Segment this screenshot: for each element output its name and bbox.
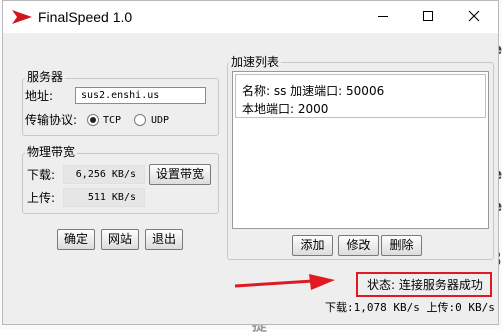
add-button[interactable]: 添加 xyxy=(292,235,333,256)
download-label: 下载: xyxy=(27,168,56,182)
upload-bandwidth-value: 511 KB/s xyxy=(63,188,145,207)
tcp-radio-label[interactable]: TCP xyxy=(103,114,121,128)
status-text: 状态: 连接服务器成功 xyxy=(367,278,483,292)
accel-list[interactable]: 名称: ss 加速端口: 50006 本地端口: 2000 xyxy=(232,71,489,229)
download-bandwidth-value: 6,256 KB/s xyxy=(63,165,145,184)
close-button[interactable] xyxy=(451,1,496,33)
app-window: FinalSpeed 1.0 服务器 地址: sus2.enshi.us 传输协… xyxy=(2,0,499,325)
tcp-radio[interactable] xyxy=(87,114,99,126)
address-label: 地址: xyxy=(25,89,54,103)
list-item[interactable]: 名称: ss 加速端口: 50006 本地端口: 2000 xyxy=(235,74,486,118)
modify-button[interactable]: 修改 xyxy=(338,235,379,256)
server-legend: 服务器 xyxy=(25,70,66,84)
accel-list-legend: 加速列表 xyxy=(229,55,282,69)
udp-radio-label[interactable]: UDP xyxy=(151,114,169,128)
list-item-line-1: 名称: ss 加速端口: 50006 xyxy=(242,84,385,98)
website-button[interactable]: 网站 xyxy=(101,229,139,250)
title-bar[interactable]: FinalSpeed 1.0 xyxy=(3,1,498,33)
protocol-label: 传输协议: xyxy=(25,113,78,127)
maximize-icon xyxy=(422,10,434,25)
set-bandwidth-button[interactable]: 设置带宽 xyxy=(149,164,211,185)
address-input[interactable]: sus2.enshi.us xyxy=(75,87,206,104)
list-item-line-2: 本地端口: 2000 xyxy=(242,102,329,116)
minimize-icon xyxy=(377,10,389,25)
maximize-button[interactable] xyxy=(405,1,450,33)
delete-button[interactable]: 删除 xyxy=(381,235,422,256)
upload-label: 上传: xyxy=(27,191,56,205)
close-icon xyxy=(468,10,480,25)
bandwidth-legend: 物理带宽 xyxy=(25,145,78,159)
red-arrow-logo-icon xyxy=(12,10,32,27)
radio-selected-dot xyxy=(90,117,96,123)
status-highlight-box: 状态: 连接服务器成功 xyxy=(356,272,492,297)
ok-button[interactable]: 确定 xyxy=(57,229,95,250)
red-arrow-icon xyxy=(233,273,337,296)
minimize-button[interactable] xyxy=(360,1,405,33)
traffic-status: 下载:1,078 KB/s 上传:0 KB/s xyxy=(325,301,495,314)
udp-radio[interactable] xyxy=(134,114,146,126)
window-title: FinalSpeed 1.0 xyxy=(38,9,133,25)
exit-button[interactable]: 退出 xyxy=(145,229,183,250)
